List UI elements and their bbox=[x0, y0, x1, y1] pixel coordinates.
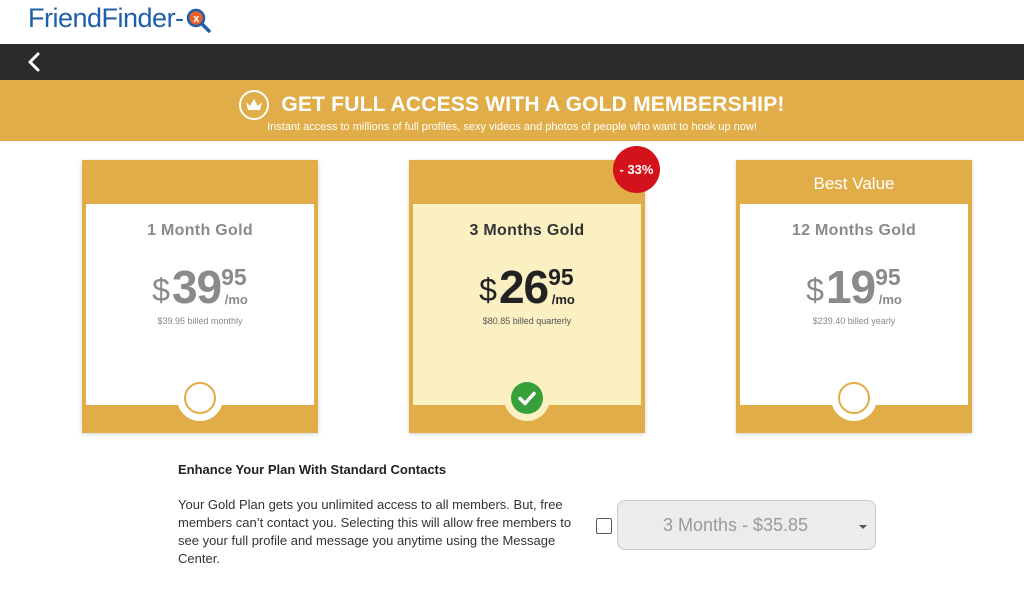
enhance-description: Your Gold Plan gets you unlimited access… bbox=[178, 497, 572, 566]
nav-bar bbox=[0, 44, 1024, 80]
plan-name: 3 Months Gold bbox=[469, 222, 585, 239]
plan-body: 12 Months Gold $ 19 95 /mo $239.40 bille… bbox=[740, 204, 968, 421]
price-cents: 95 bbox=[875, 264, 901, 290]
plan-top-label: Best Value bbox=[813, 174, 895, 193]
crown-icon bbox=[239, 90, 270, 120]
site-header: FriendFinder- x bbox=[0, 0, 1024, 44]
plan-billed-text: $39.95 billed monthly bbox=[157, 316, 243, 326]
plan-card-12-months[interactable]: Best Value 12 Months Gold $ 19 95 /mo $2… bbox=[736, 160, 972, 433]
standard-contacts-select[interactable]: 3 Months - $35.85 bbox=[617, 500, 876, 550]
enhance-title: Enhance Your Plan With Standard Contacts bbox=[178, 462, 447, 477]
plan-top-label bbox=[82, 160, 318, 204]
checkmark-icon bbox=[518, 391, 536, 406]
plan-radio[interactable] bbox=[838, 382, 870, 414]
banner-title: GET FULL ACCESS WITH A GOLD MEMBERSHIP! bbox=[281, 93, 785, 116]
plan-select-notch bbox=[177, 375, 223, 421]
logo-magnifier-icon: x bbox=[186, 8, 211, 33]
plan-top-label bbox=[409, 160, 645, 204]
price-currency: $ bbox=[806, 272, 824, 308]
price-cents: 95 bbox=[221, 264, 247, 290]
logo-text: FriendFinder- bbox=[28, 3, 184, 33]
plan-name: 12 Months Gold bbox=[791, 222, 917, 239]
select-value: 3 Months - $35.85 bbox=[662, 515, 809, 535]
price-currency: $ bbox=[479, 272, 497, 308]
price-currency: $ bbox=[152, 272, 170, 308]
plan-select-notch bbox=[504, 375, 550, 421]
plan-body: 1 Month Gold $ 39 95 /mo $39.95 billed m… bbox=[86, 204, 314, 421]
friendfinder-logo[interactable]: FriendFinder- x bbox=[28, 3, 211, 34]
plan-select-notch bbox=[831, 375, 877, 421]
plan-card-3-months[interactable]: 3 Months Gold $ 26 95 /mo $80.85 billed … bbox=[409, 160, 645, 433]
price-whole: 26 bbox=[498, 261, 549, 313]
plan-name: 1 Month Gold bbox=[147, 222, 253, 239]
price-period: /mo bbox=[551, 292, 575, 307]
plan-price: $ 26 95 /mo bbox=[413, 260, 641, 314]
price-period: /mo bbox=[878, 292, 902, 307]
plan-body: 3 Months Gold $ 26 95 /mo $80.85 billed … bbox=[413, 204, 641, 421]
discount-badge: - 33% bbox=[613, 146, 660, 193]
plan-radio-selected[interactable] bbox=[511, 382, 543, 414]
gold-banner: GET FULL ACCESS WITH A GOLD MEMBERSHIP! … bbox=[0, 80, 1024, 141]
plan-radio[interactable] bbox=[184, 382, 216, 414]
price-whole: 39 bbox=[171, 261, 222, 313]
plan-price: $ 39 95 /mo bbox=[86, 260, 314, 314]
plan-billed-text: $239.40 billed yearly bbox=[812, 316, 896, 326]
plan-card-1-month[interactable]: 1 Month Gold $ 39 95 /mo $39.95 billed m… bbox=[82, 160, 318, 433]
caret-down-icon bbox=[859, 525, 867, 529]
price-cents: 95 bbox=[548, 264, 574, 290]
standard-contacts-checkbox[interactable] bbox=[596, 518, 612, 534]
price-whole: 19 bbox=[825, 261, 876, 313]
price-period: /mo bbox=[224, 292, 248, 307]
banner-title-row: GET FULL ACCESS WITH A GOLD MEMBERSHIP! bbox=[0, 90, 1024, 120]
back-arrow-icon[interactable] bbox=[22, 50, 46, 74]
plan-price: $ 19 95 /mo bbox=[740, 260, 968, 314]
banner-subtitle: Instant access to millions of full profi… bbox=[267, 121, 757, 133]
plan-billed-text: $80.85 billed quarterly bbox=[482, 316, 572, 326]
